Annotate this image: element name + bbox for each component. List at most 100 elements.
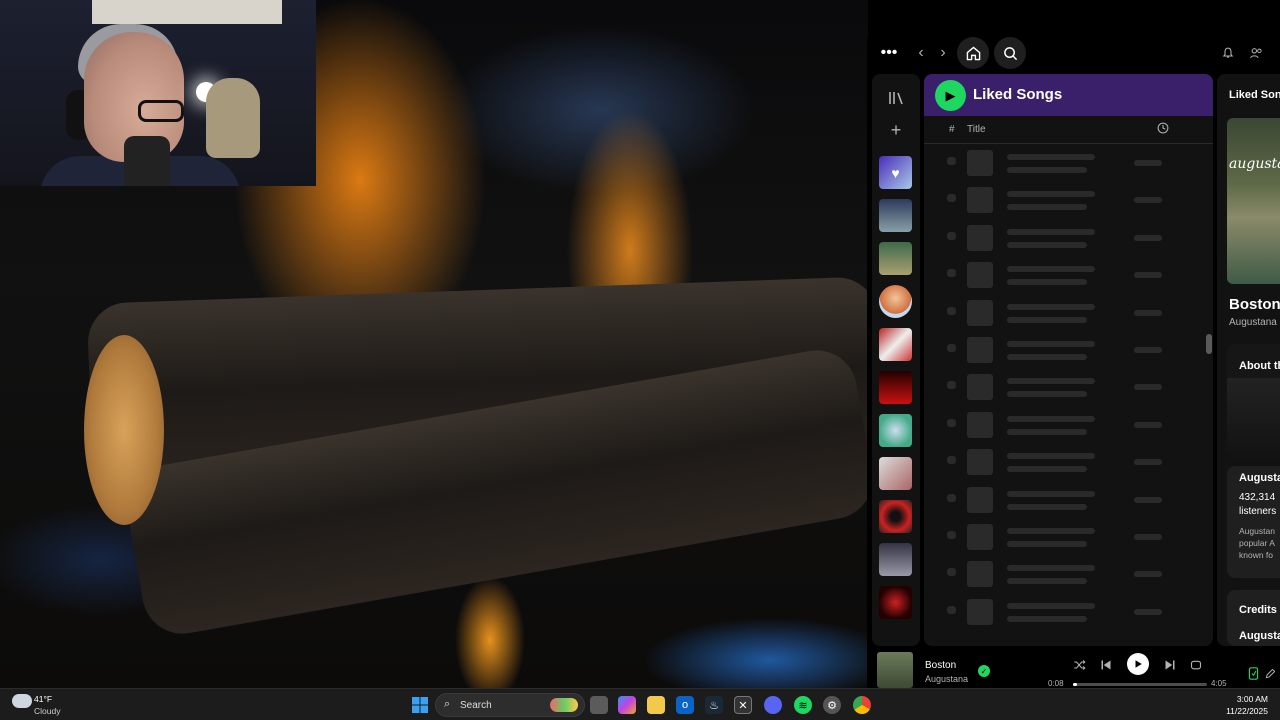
- bell-icon[interactable]: [1221, 46, 1235, 60]
- row-artist-skeleton: [1007, 428, 1087, 435]
- now-playing-title[interactable]: Boston: [925, 660, 956, 671]
- row-artist-skeleton: [1007, 615, 1087, 622]
- row-number-skeleton: [947, 493, 956, 502]
- row-duration-skeleton: [1134, 309, 1162, 316]
- playlist-thumb[interactable]: [879, 414, 912, 447]
- credits-artist[interactable]: Augusta: [1239, 630, 1280, 642]
- row-duration-skeleton: [1134, 272, 1162, 279]
- row-artist-skeleton: [1007, 540, 1087, 547]
- plus-icon[interactable]: +: [886, 120, 906, 140]
- row-art-skeleton: [967, 486, 993, 513]
- taskbar-clock[interactable]: 3:00 AM 11/22/2025: [1226, 693, 1268, 717]
- settings-gear-icon[interactable]: ⚙: [823, 696, 841, 714]
- microphone-icon: [124, 136, 170, 186]
- now-playing-artist[interactable]: Augustana: [925, 674, 968, 684]
- clock-date: 11/22/2025: [1226, 706, 1268, 716]
- row-title-skeleton: [1007, 490, 1095, 497]
- track-artist[interactable]: Augustana: [1229, 317, 1277, 328]
- artist-name[interactable]: Augusta: [1239, 472, 1280, 484]
- row-title-skeleton: [1007, 565, 1095, 572]
- repeat-icon[interactable]: [1189, 658, 1203, 672]
- previous-icon[interactable]: [1099, 658, 1113, 672]
- weather-description[interactable]: Cloudy: [34, 706, 60, 716]
- play-button[interactable]: ▶: [935, 80, 966, 111]
- artist-photo: [1227, 378, 1280, 464]
- about-artist-card[interactable]: About th: [1227, 344, 1280, 464]
- discord-icon[interactable]: [764, 696, 782, 714]
- taskbar-search[interactable]: ⌕ Search: [435, 693, 585, 717]
- artist-bio-line: popular A: [1239, 538, 1275, 548]
- row-duration-skeleton: [1134, 459, 1162, 466]
- outlook-icon[interactable]: o: [676, 696, 694, 714]
- listeners-count: 432,314: [1239, 492, 1276, 503]
- row-title-skeleton: [1007, 191, 1095, 198]
- cloud-icon[interactable]: [12, 694, 32, 708]
- row-title-skeleton: [1007, 154, 1095, 160]
- progress-bar[interactable]: [1073, 683, 1207, 686]
- library-sidebar: + ♥: [872, 74, 920, 646]
- playlist-thumb[interactable]: [879, 500, 912, 533]
- clock-icon[interactable]: [1157, 122, 1169, 137]
- library-icon[interactable]: [886, 88, 906, 108]
- webcam-overlay: [0, 0, 316, 186]
- track-title[interactable]: Boston: [1229, 296, 1280, 313]
- search-button[interactable]: [994, 37, 1026, 69]
- row-art-skeleton: [967, 299, 993, 326]
- liked-check-icon[interactable]: ✓: [978, 665, 990, 677]
- row-art-skeleton: [967, 150, 993, 176]
- spotify-icon[interactable]: ≋: [794, 696, 812, 714]
- column-title[interactable]: Title: [967, 124, 986, 135]
- row-artist-skeleton: [1007, 279, 1087, 286]
- row-art-skeleton: [967, 224, 993, 251]
- row-title-skeleton: [1007, 340, 1095, 347]
- playlist-thumb[interactable]: [879, 543, 912, 576]
- steam-icon[interactable]: ♨: [705, 696, 723, 714]
- friends-icon[interactable]: [1249, 46, 1263, 60]
- chevron-right-icon[interactable]: ›: [935, 45, 951, 61]
- row-duration-skeleton: [1134, 533, 1162, 540]
- task-view-icon[interactable]: [590, 696, 608, 714]
- playlist-thumb[interactable]: [879, 371, 912, 404]
- play-pause-button[interactable]: [1127, 653, 1149, 675]
- next-icon[interactable]: [1163, 658, 1177, 672]
- row-duration-skeleton: [1134, 346, 1162, 353]
- copilot-icon[interactable]: [618, 696, 636, 714]
- playlist-thumb[interactable]: [879, 457, 912, 490]
- shuffle-icon[interactable]: [1072, 658, 1086, 672]
- playlist-thumb[interactable]: [879, 328, 912, 361]
- listeners-label: listeners: [1239, 506, 1277, 517]
- credits-card: Credits Augusta: [1227, 590, 1280, 646]
- row-artist-skeleton: [1007, 204, 1087, 211]
- chevron-left-icon[interactable]: ‹: [913, 45, 929, 61]
- row-art-skeleton: [967, 561, 993, 588]
- pencil-icon[interactable]: [1264, 666, 1276, 680]
- artist-thumb[interactable]: [879, 285, 912, 318]
- desktop: ••• ‹ › + ♥ ▶ Liked Songs # Title Liked …: [0, 0, 1280, 720]
- file-explorer-icon[interactable]: [647, 696, 665, 714]
- row-duration-skeleton: [1134, 197, 1162, 204]
- home-button[interactable]: [957, 37, 989, 69]
- log-end-grain: [84, 335, 164, 525]
- scrollbar[interactable]: [1206, 334, 1212, 354]
- row-number-skeleton: [947, 306, 956, 315]
- playlist-thumb[interactable]: [879, 242, 912, 275]
- row-title-skeleton: [1007, 378, 1095, 385]
- chrome-icon[interactable]: [853, 696, 871, 714]
- more-dots-icon[interactable]: •••: [879, 45, 899, 61]
- row-duration-skeleton: [1134, 496, 1162, 503]
- playlist-thumb[interactable]: [879, 586, 912, 619]
- row-duration-skeleton: [1134, 384, 1162, 391]
- row-title-skeleton: [1007, 303, 1095, 310]
- playlist-thumb[interactable]: [879, 199, 912, 232]
- liked-songs-thumb[interactable]: ♥: [879, 156, 912, 189]
- windows-start-icon[interactable]: [411, 696, 429, 714]
- webcam-wall: [92, 0, 282, 24]
- xbox-icon[interactable]: ✕: [734, 696, 752, 714]
- now-playing-art[interactable]: [877, 652, 913, 688]
- album-caption: augustana: [1229, 156, 1280, 172]
- row-number-skeleton: [947, 568, 956, 577]
- artist-bio-line: Augustan: [1239, 526, 1275, 536]
- credits-heading: Credits: [1239, 604, 1277, 616]
- now-playing-view-icon[interactable]: [1247, 666, 1259, 680]
- weather-temperature[interactable]: 41°F: [34, 694, 52, 704]
